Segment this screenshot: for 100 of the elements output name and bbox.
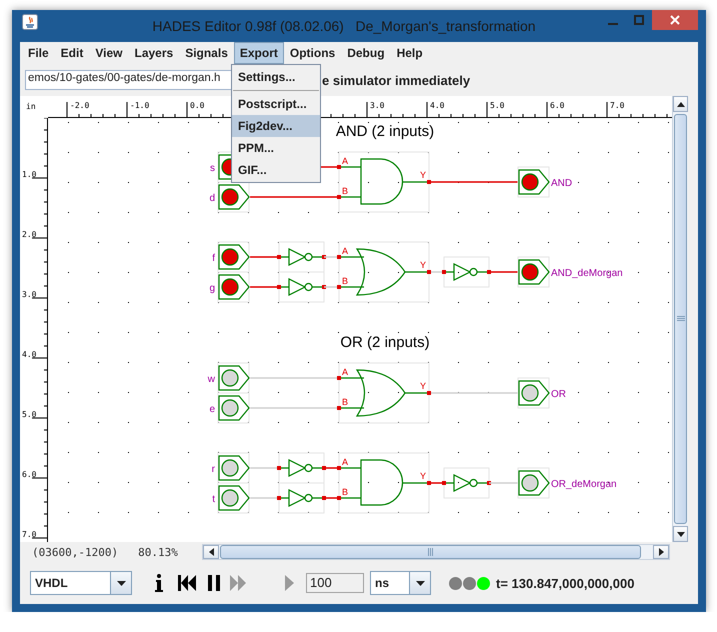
signal-label: AND_deMorgan xyxy=(551,268,623,279)
wire xyxy=(489,482,518,484)
pause-icon xyxy=(208,575,220,591)
output-probe[interactable] xyxy=(518,378,550,408)
language-dropdown[interactable]: VHDL xyxy=(30,571,132,595)
menu-option[interactable]: GIF... xyxy=(232,159,320,181)
menu-item[interactable]: View xyxy=(89,42,128,64)
ruler-label: -2.0 xyxy=(70,101,90,110)
caret-icon xyxy=(116,580,126,586)
menu-item[interactable]: Help xyxy=(390,42,429,64)
horizontal-scrollbar[interactable] xyxy=(202,544,670,560)
input-switch[interactable] xyxy=(218,242,250,272)
pin-label: Y xyxy=(420,471,426,481)
output-probe[interactable] xyxy=(518,166,550,198)
pin-label: A xyxy=(342,156,348,166)
info-icon xyxy=(154,573,164,593)
scroll-thumb[interactable] xyxy=(220,545,641,559)
menu-option[interactable]: PPM... xyxy=(232,137,320,159)
left-arrow-icon xyxy=(208,548,214,556)
menu-item[interactable]: Debug xyxy=(341,42,391,64)
menu-item[interactable]: Edit xyxy=(54,42,90,64)
menu-item[interactable]: Export xyxy=(234,42,284,64)
scroll-thumb[interactable] xyxy=(674,114,687,524)
signal-label: r xyxy=(212,464,215,475)
menu-item[interactable]: File xyxy=(22,42,55,64)
menu-option[interactable]: Postscript... xyxy=(232,93,320,115)
pin-label: B xyxy=(342,276,348,286)
input-switch[interactable] xyxy=(218,362,250,394)
signal-label: f xyxy=(212,253,215,264)
pin-label: A xyxy=(342,246,348,256)
menu-item[interactable]: Layers xyxy=(128,42,180,64)
signal-label: g xyxy=(209,283,215,294)
up-arrow-icon xyxy=(676,102,684,106)
signal-label: w xyxy=(208,374,215,385)
signal-label: d xyxy=(209,193,215,204)
menu-item[interactable]: Options xyxy=(284,42,342,64)
menu-option[interactable]: Fig2dev... xyxy=(232,115,320,137)
play-icon xyxy=(285,575,294,591)
pin-label: A xyxy=(342,367,348,377)
signal-label: s xyxy=(210,163,215,174)
scroll-up-button[interactable] xyxy=(673,96,688,112)
wire xyxy=(250,256,279,258)
right-arrow-icon xyxy=(658,548,664,556)
info-button[interactable] xyxy=(154,571,164,595)
pin-label: B xyxy=(342,186,348,196)
ruler-label: 7.0 xyxy=(22,530,36,539)
output-probe[interactable] xyxy=(518,468,550,498)
section-title: AND (2 inputs) xyxy=(336,123,434,140)
pin-label: B xyxy=(342,487,348,497)
wire xyxy=(250,286,279,288)
scroll-down-button[interactable] xyxy=(673,526,688,542)
ruler-label: 3.0 xyxy=(370,101,384,110)
ruler-label: -1.0 xyxy=(130,101,150,110)
wire xyxy=(489,271,518,273)
close-button[interactable] xyxy=(652,10,698,30)
signal-label: t xyxy=(212,494,215,505)
ruler-unit: in xyxy=(20,96,48,118)
fast-forward-icon xyxy=(230,575,247,591)
menu-item[interactable]: Signals xyxy=(179,42,234,64)
cursor-coordinates: (03600,-1200) xyxy=(32,546,118,558)
ruler-label: 6.0 xyxy=(550,101,564,110)
pin-label: Y xyxy=(420,170,426,180)
simulation-time: t= 130.847,000,000,000 xyxy=(496,576,634,590)
signal-label: OR xyxy=(551,389,566,400)
ruler-label: 6.0 xyxy=(22,470,36,479)
input-switch[interactable] xyxy=(218,482,250,514)
signal-label: e xyxy=(209,404,215,415)
wire xyxy=(250,467,279,469)
maximize-icon xyxy=(634,15,644,25)
wire xyxy=(250,497,279,499)
input-switch[interactable] xyxy=(218,272,250,302)
minimize-icon xyxy=(608,23,618,25)
ruler-label: 5.0 xyxy=(22,410,36,419)
input-switch[interactable] xyxy=(218,392,250,424)
time-unit-dropdown[interactable]: ns xyxy=(370,571,431,595)
down-arrow-icon xyxy=(676,532,684,536)
input-switch[interactable] xyxy=(218,452,250,484)
ruler-label: 4.0 xyxy=(22,350,36,359)
pin-label: A xyxy=(342,457,348,467)
ruler-label: 7.0 xyxy=(610,101,624,110)
scroll-left-button[interactable] xyxy=(203,545,219,559)
scroll-right-button[interactable] xyxy=(653,545,669,559)
pin-label: Y xyxy=(420,260,426,270)
pin-label: B xyxy=(342,397,348,407)
ruler-label: 1.0 xyxy=(22,170,36,179)
signal-label: OR_deMorgan xyxy=(551,479,617,490)
caret-icon xyxy=(416,580,424,586)
zoom-level: 80.13% xyxy=(138,546,178,558)
app-icon xyxy=(22,14,38,30)
window-title: HADES Editor 0.98f (08.02.06) De_Morgan's_transformation xyxy=(151,17,537,36)
ruler-label: 0.0 xyxy=(190,101,204,110)
ruler-label: 4.0 xyxy=(430,101,444,110)
input-switch[interactable] xyxy=(218,182,250,212)
rewind-icon xyxy=(178,575,196,591)
ruler-label: 3.0 xyxy=(22,290,36,299)
ruler-label: 5.0 xyxy=(490,101,504,110)
step-field[interactable]: 100 xyxy=(306,573,364,593)
section-title: OR (2 inputs) xyxy=(340,334,430,351)
output-probe[interactable] xyxy=(518,256,550,288)
vertical-scrollbar[interactable] xyxy=(672,96,688,542)
